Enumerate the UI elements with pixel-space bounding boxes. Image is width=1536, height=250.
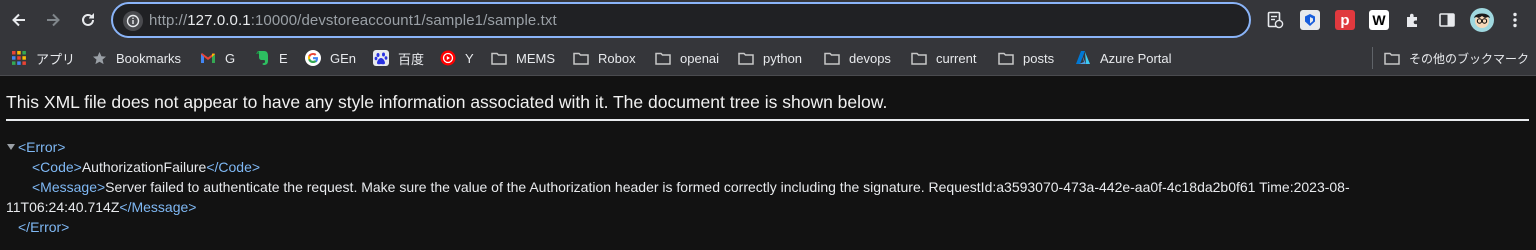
- bookmark-label: その他のブックマーク: [1409, 51, 1530, 66]
- folder-icon: [491, 50, 507, 66]
- bookmark-label: Robox: [598, 50, 636, 66]
- bookmark-baidu[interactable]: 百度: [373, 49, 424, 67]
- pocket-extension[interactable]: p: [1335, 10, 1355, 30]
- code-value: AuthorizationFailure: [81, 159, 207, 175]
- pocket-icon: p: [1340, 11, 1350, 29]
- back-arrow-icon: [12, 13, 25, 27]
- message-line-1: <Message>Server failed to authenticate t…: [32, 177, 1350, 197]
- puzzle-icon: [1407, 13, 1417, 27]
- bookmark-label: Bookmarks: [116, 50, 182, 66]
- extensions-button[interactable]: [1403, 10, 1423, 30]
- back-button[interactable]: [5, 6, 33, 34]
- browser-toolbar: http://127.0.0.1:10000/devstoreaccount1/…: [0, 0, 1536, 40]
- google-icon: [305, 50, 321, 66]
- browser-menu-button[interactable]: [1505, 10, 1525, 30]
- message-open-tag: <Message>: [32, 179, 106, 195]
- bookmark-label: GEn: [330, 50, 357, 66]
- profile-avatar-icon: [1474, 13, 1490, 28]
- baidu-paw-icon: [373, 50, 389, 66]
- code-line: <Code>AuthorizationFailure</Code>: [32, 157, 260, 177]
- bookmark-label: Azure Portal: [1100, 50, 1172, 66]
- folder-icon: [738, 50, 754, 66]
- bookmark-label: アプリ: [36, 51, 76, 67]
- error-close-tag: </Error>: [18, 219, 70, 235]
- bookmark-other-bookmarks[interactable]: その他のブックマーク: [1384, 49, 1529, 67]
- folder-icon: [1384, 50, 1400, 66]
- message-close-tag: </Message>: [119, 199, 197, 215]
- bookmark-folder-openai[interactable]: openai: [655, 49, 719, 67]
- side-panel-icon: [1439, 13, 1455, 27]
- xml-style-notice: This XML file does not appear to have an…: [6, 92, 888, 112]
- message-value-part1: Server failed to authenticate the reques…: [105, 179, 1350, 195]
- bookmark-gmail[interactable]: G: [200, 49, 235, 67]
- star-icon: [91, 50, 107, 66]
- bookmark-label: posts: [1023, 50, 1055, 66]
- collapse-triangle-icon[interactable]: [7, 144, 15, 150]
- page-content: This XML file does not appear to have an…: [0, 77, 1536, 250]
- url-text: http://127.0.0.1:10000/devstoreaccount1/…: [149, 12, 557, 29]
- w-extension[interactable]: W: [1369, 10, 1389, 30]
- site-info-button[interactable]: [123, 11, 143, 31]
- forward-button[interactable]: [39, 6, 67, 34]
- bookmark-folder-posts[interactable]: posts: [998, 49, 1054, 67]
- bookmark-label: current: [936, 50, 977, 66]
- bookmark-label: MEMS: [516, 50, 555, 66]
- folder-icon: [573, 50, 589, 66]
- error-open-tag: <Error>: [18, 139, 66, 155]
- bookmark-folder-current[interactable]: current: [911, 49, 976, 67]
- bookmark-apps[interactable]: アプリ: [11, 49, 75, 67]
- bookmark-youtube[interactable]: Y: [440, 49, 474, 67]
- bookmark-folder-python[interactable]: python: [738, 49, 802, 67]
- folder-icon: [824, 50, 840, 66]
- bitwarden-icon: [1305, 14, 1315, 26]
- reload-icon: [82, 13, 94, 26]
- message-line-2: 11T06:24:40.714Z</Message>: [6, 197, 196, 217]
- bookmark-label: E: [279, 50, 288, 66]
- forward-arrow-icon: [47, 13, 60, 27]
- url-scheme: http://: [149, 12, 188, 29]
- message-value-part2: 11T06:24:40.714Z: [6, 199, 120, 215]
- address-bar[interactable]: http://127.0.0.1:10000/devstoreaccount1/…: [111, 2, 1251, 38]
- folder-icon: [998, 50, 1014, 66]
- bookmark-folder-mems[interactable]: MEMS: [491, 49, 555, 67]
- apps-grid-icon: [11, 50, 27, 66]
- bookmark-folder-devops[interactable]: devops: [824, 49, 891, 67]
- bookmarks-divider: [1372, 47, 1373, 69]
- notice-divider: [6, 119, 1529, 121]
- w-extension-icon: W: [1372, 12, 1386, 28]
- bookmark-label: 百度: [398, 51, 425, 67]
- reading-list-button[interactable]: [1265, 10, 1285, 30]
- error-open-line: <Error>: [0, 137, 65, 157]
- bookmark-folder-robox[interactable]: Robox: [573, 49, 636, 67]
- url-path: :10000/devstoreaccount1/sample1/sample.t…: [250, 12, 557, 29]
- bookmark-label: G: [225, 50, 236, 66]
- folder-icon: [655, 50, 671, 66]
- bookmark-label: openai: [680, 50, 720, 66]
- bookmark-azure-portal[interactable]: Azure Portal: [1075, 49, 1172, 67]
- gmail-icon: [200, 50, 216, 66]
- url-host: 127.0.0.1: [187, 12, 251, 29]
- youtube-icon: [440, 50, 456, 66]
- bookmark-label: python: [763, 50, 803, 66]
- bookmark-google[interactable]: GEn: [305, 49, 356, 67]
- bookmarks-bar: アプリ Bookmarks G E GEn 百度 Y MEMS Robox op…: [0, 40, 1536, 76]
- side-panel-button[interactable]: [1437, 10, 1457, 30]
- bookmark-label: devops: [849, 50, 891, 66]
- evernote-icon: [254, 50, 270, 66]
- kebab-menu-icon: [1513, 12, 1517, 28]
- bitwarden-extension[interactable]: [1300, 10, 1320, 30]
- reading-list-icon: [1267, 11, 1284, 29]
- reload-button[interactable]: [74, 6, 102, 34]
- avatar[interactable]: [1470, 8, 1494, 32]
- site-info-icon: [126, 14, 140, 28]
- code-close-tag: </Code>: [206, 159, 261, 175]
- folder-icon: [911, 50, 927, 66]
- code-open-tag: <Code>: [32, 159, 82, 175]
- bookmark-label: Y: [465, 50, 474, 66]
- bookmark-evernote[interactable]: E: [254, 49, 288, 67]
- azure-icon: [1075, 50, 1091, 66]
- error-close-line: </Error>: [18, 217, 69, 237]
- bookmark-bookmarks[interactable]: Bookmarks: [91, 49, 181, 67]
